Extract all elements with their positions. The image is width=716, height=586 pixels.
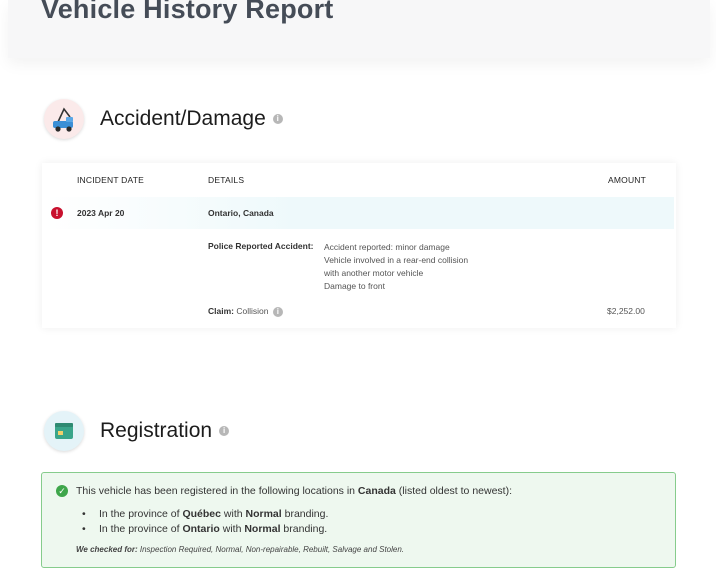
incident-location: Ontario, Canada xyxy=(208,208,274,218)
claim-value: Collision xyxy=(236,306,269,316)
list-item: In the province of Ontario with Normal b… xyxy=(82,522,328,537)
col-incident-date: INCIDENT DATE xyxy=(77,175,144,185)
registration-info-icon[interactable]: i xyxy=(219,426,230,437)
registration-list: In the province of Québec with Normal br… xyxy=(82,507,328,537)
claim-label: Claim: xyxy=(208,306,234,316)
accident-section-title: Accident/Damage i xyxy=(100,107,283,131)
police-report-label: Police Reported Accident: xyxy=(208,241,314,251)
police-report-details: Accident reported: minor damage Vehicle … xyxy=(324,241,468,293)
registration-section-title: Registration i xyxy=(100,419,230,443)
checked-for-note: We checked for: Inspection Required, Nor… xyxy=(76,545,404,554)
intro-country: Canada xyxy=(357,485,396,497)
detail-line: Damage to front xyxy=(324,281,385,291)
accident-section-header: Accident/Damage i xyxy=(44,99,283,139)
registration-card-icon xyxy=(44,411,84,451)
table-row xyxy=(44,197,674,229)
claim-line: Claim: Collision i xyxy=(208,306,283,317)
claim-amount: $2,252.00 xyxy=(607,306,645,316)
intro-text: This vehicle has been registered in the … xyxy=(76,485,358,497)
page-title: Vehicle History Report xyxy=(41,0,334,24)
registration-intro: This vehicle has been registered in the … xyxy=(76,485,512,497)
detail-line: Vehicle involved in a rear-end collision xyxy=(324,255,469,265)
intro-suffix: (listed oldest to newest): xyxy=(395,485,512,497)
col-details: DETAILS xyxy=(208,175,245,185)
list-item: In the province of Québec with Normal br… xyxy=(82,507,328,522)
claim-info-icon[interactable]: i xyxy=(272,306,283,317)
alert-icon: ! xyxy=(51,207,63,219)
check-icon: ✓ xyxy=(56,485,68,497)
detail-line: Accident reported: minor damage xyxy=(324,242,450,252)
accident-info-icon[interactable]: i xyxy=(272,114,283,125)
col-amount: AMOUNT xyxy=(608,175,647,185)
checked-label: We checked for: xyxy=(76,545,138,554)
checked-text: Inspection Required, Normal, Non-repaira… xyxy=(137,545,405,554)
tow-truck-icon xyxy=(44,99,84,139)
incident-date: 2023 Apr 20 xyxy=(77,208,125,218)
detail-line: with another motor vehicle xyxy=(324,268,424,278)
registration-section-header: Registration i xyxy=(44,411,230,451)
